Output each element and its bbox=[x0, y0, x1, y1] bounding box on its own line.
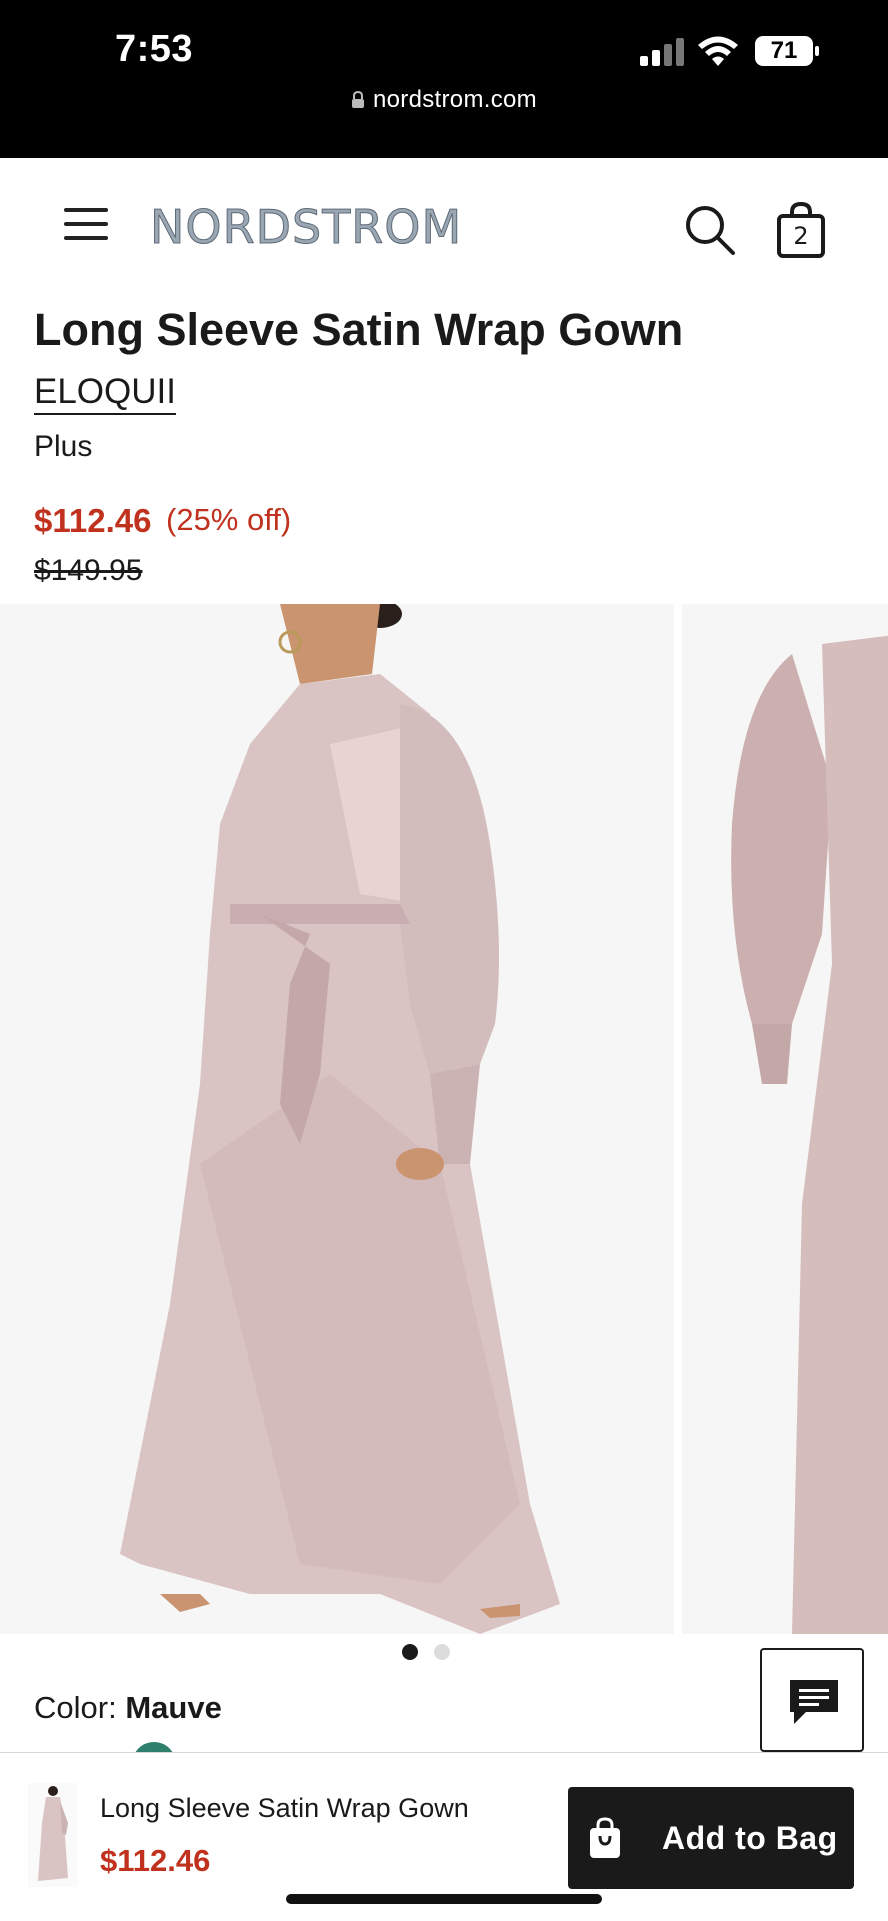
sticky-price: $112.46 bbox=[100, 1843, 211, 1878]
size-range: Plus bbox=[34, 430, 93, 463]
bag-icon bbox=[590, 1817, 620, 1858]
battery-icon: 71 bbox=[754, 34, 820, 68]
bag-count-badge: 2 bbox=[793, 222, 809, 250]
add-to-bag-label: Add to Bag bbox=[662, 1819, 838, 1856]
shopping-bag-icon[interactable]: 2 bbox=[776, 202, 826, 258]
original-price: $149.95 bbox=[34, 554, 143, 587]
battery-level: 71 bbox=[770, 37, 798, 64]
add-to-bag-button[interactable]: Add to Bag bbox=[568, 1787, 854, 1889]
url-text: nordstrom.com bbox=[373, 86, 537, 113]
status-time: 7:53 bbox=[115, 28, 194, 70]
search-icon[interactable] bbox=[684, 204, 736, 256]
sale-price: $112.46 bbox=[34, 502, 152, 539]
status-bar: 7:53 71 nordstrom.com bbox=[0, 0, 888, 158]
discount-label: (25% off) bbox=[166, 502, 292, 537]
sticky-product-title: Long Sleeve Satin Wrap Gown bbox=[100, 1793, 469, 1823]
product-title: Long Sleeve Satin Wrap Gown bbox=[34, 304, 684, 355]
brand-link[interactable]: ELOQUII bbox=[34, 372, 176, 412]
color-selector-label: Color: Mauve bbox=[34, 1690, 222, 1726]
color-value: Mauve bbox=[125, 1690, 222, 1725]
menu-icon[interactable] bbox=[64, 204, 108, 244]
lock-icon bbox=[352, 91, 365, 108]
color-label: Color: bbox=[34, 1690, 117, 1725]
home-indicator[interactable] bbox=[286, 1894, 602, 1904]
carousel-dot-1[interactable] bbox=[402, 1644, 418, 1660]
cellular-signal-icon bbox=[640, 38, 684, 66]
carousel-dot-2[interactable] bbox=[434, 1644, 450, 1660]
chat-button[interactable] bbox=[760, 1648, 864, 1752]
product-image-1[interactable] bbox=[0, 604, 674, 1634]
product-image-carousel[interactable] bbox=[0, 604, 888, 1634]
carousel-dots bbox=[402, 1644, 450, 1660]
product-image-2[interactable] bbox=[682, 604, 888, 1634]
chat-icon bbox=[790, 1680, 838, 1724]
wifi-icon bbox=[698, 36, 738, 66]
product-thumbnail bbox=[28, 1783, 78, 1887]
nordstrom-logo[interactable]: NORDSTROM bbox=[149, 200, 462, 255]
url-bar[interactable]: nordstrom.com bbox=[0, 86, 888, 126]
